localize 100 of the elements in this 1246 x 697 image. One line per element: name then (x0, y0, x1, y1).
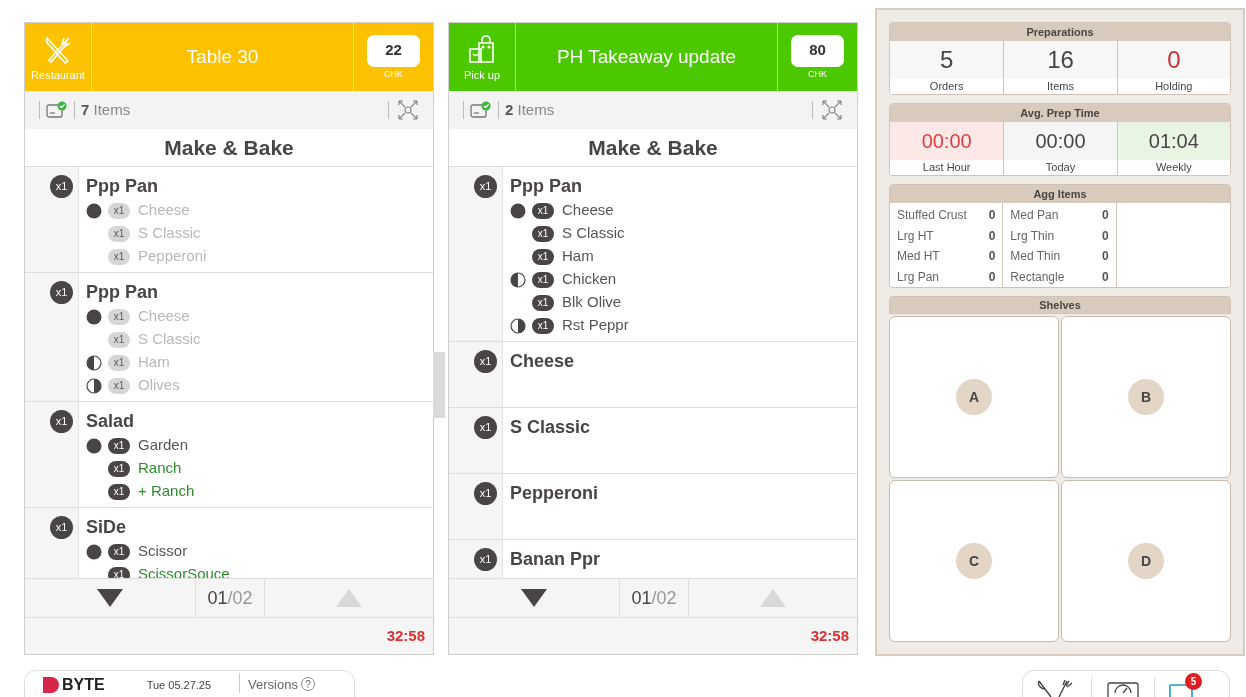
resize-handle[interactable] (433, 352, 445, 418)
modifier-quantity: x1 (108, 308, 130, 325)
logo-mark-icon (43, 677, 59, 693)
stat-value: 0 (1117, 41, 1230, 79)
quantity-badge: x1 (474, 482, 497, 505)
up-triangle-icon (336, 589, 362, 607)
aggregate-count: 0 (1101, 248, 1109, 266)
versions-link[interactable]: Versions (248, 677, 298, 693)
modifier-quantity: x1 (108, 331, 130, 348)
modifier-quantity: x1 (108, 225, 130, 242)
shelf-letter: C (956, 543, 992, 579)
aggregate-name: Rectangle (1010, 268, 1065, 286)
quantity-badge: x1 (50, 281, 73, 304)
item-name: Cheese (510, 350, 576, 373)
check-label: CHK (384, 67, 403, 80)
section-title: Preparations (890, 23, 1230, 41)
modifier-quantity: x1 (108, 566, 130, 578)
expand-button[interactable] (821, 99, 843, 121)
check-number: 80 (791, 34, 844, 67)
item-count: 7 Items (81, 99, 131, 120)
left-half-portion-icon (86, 354, 102, 371)
card-check-icon (470, 101, 492, 119)
item-name: Ppp Pan (86, 281, 159, 304)
item-count: 2 Items (505, 99, 555, 120)
order-title: Table 30 (185, 44, 260, 69)
item-name: Banan Ppr (510, 548, 602, 571)
up-triangle-icon (760, 589, 786, 607)
down-triangle-icon (521, 589, 547, 607)
modifier-name: Blk Olive (562, 292, 622, 313)
right-half-portion-icon (86, 377, 102, 394)
aggregate-count: 0 (1101, 227, 1109, 245)
modifier-name: Pepperoni (138, 246, 207, 267)
aggregate-count: 0 (988, 227, 996, 245)
shelf-slot[interactable]: C (889, 480, 1059, 642)
modifier-name: Ham (562, 246, 594, 267)
aggregate-name: Stuffed Crust (897, 207, 967, 225)
shelf-slot[interactable]: B (1061, 316, 1231, 478)
item-name: Salad (86, 410, 136, 433)
aggregate-count: 0 (988, 268, 996, 286)
modifier-quantity: x1 (108, 543, 130, 560)
aggregate-name: Med HT (897, 248, 940, 266)
check-label: CHK (808, 67, 827, 80)
brand-logo: BYTE (62, 677, 105, 693)
shelf-slot[interactable]: D (1061, 480, 1231, 642)
modifier-quantity: x1 (108, 460, 130, 477)
quantity-badge: x1 (474, 548, 497, 571)
stat-value: 00:00 (1004, 122, 1117, 160)
date-text: Tue 05.27.25 (146, 678, 212, 693)
whole-portion-icon (86, 437, 102, 454)
modifier-name: Chicken (562, 269, 617, 290)
item-name: Ppp Pan (510, 175, 583, 198)
quantity-badge: x1 (50, 516, 73, 539)
order-timer: 32:58 (810, 625, 849, 646)
shelf-slot[interactable]: A (889, 316, 1059, 478)
down-triangle-icon (97, 589, 123, 607)
quantity-badge: x1 (50, 410, 73, 433)
modifier-name: Cheese (562, 200, 614, 221)
knife-fork-icon (43, 34, 73, 65)
aggregate-count: 0 (988, 248, 996, 266)
modifier-quantity: x1 (108, 248, 130, 265)
expand-button[interactable] (397, 99, 419, 121)
aggregate-name: Lrg Pan (897, 268, 940, 286)
item-name: S Classic (510, 416, 592, 439)
section-title: Shelves (889, 296, 1231, 314)
modifier-name: Cheese (138, 200, 190, 221)
item-name: SiDe (86, 516, 128, 539)
shelf-letter: A (956, 379, 992, 415)
modifier-name: Cheese (138, 306, 190, 327)
aggregate-name: Lrg HT (897, 227, 934, 245)
modifier-name: Ham (138, 352, 170, 373)
order-type-label: Restaurant (31, 67, 85, 82)
stat-value: 00:00 (890, 122, 1004, 160)
card-check-icon (46, 101, 68, 119)
section-title: Avg. Prep Time (890, 104, 1230, 122)
whole-portion-icon (86, 308, 102, 325)
modifier-quantity: x1 (108, 354, 130, 371)
modifier-name: + Ranch (138, 481, 195, 502)
section-title: Agg Items (890, 185, 1230, 203)
expand-icon (822, 100, 842, 120)
modifier-name: Olives (138, 375, 180, 396)
check-number: 22 (367, 34, 420, 67)
aggregate-name: Med Thin (1010, 248, 1061, 266)
aggregate-count: 0 (1101, 207, 1109, 225)
modifier-quantity: x1 (108, 437, 130, 454)
item-name: Pepperoni (510, 482, 599, 505)
shelf-letter: B (1128, 379, 1164, 415)
whole-portion-icon (510, 202, 526, 219)
quantity-badge: x1 (50, 175, 73, 198)
aggregate-name: Med Pan (1010, 207, 1059, 225)
stat-value: 16 (1004, 41, 1117, 79)
quantity-badge: x1 (474, 175, 497, 198)
stat-value: 01:04 (1117, 122, 1230, 160)
whole-portion-icon (86, 543, 102, 560)
modifier-quantity: x1 (108, 202, 130, 219)
modifier-quantity: x1 (108, 483, 130, 500)
aggregate-count: 0 (988, 207, 996, 225)
modifier-quantity: x1 (532, 294, 554, 311)
item-name: Ppp Pan (86, 175, 159, 198)
notification-badge: 5 (1185, 673, 1202, 690)
quantity-badge: x1 (474, 350, 497, 373)
